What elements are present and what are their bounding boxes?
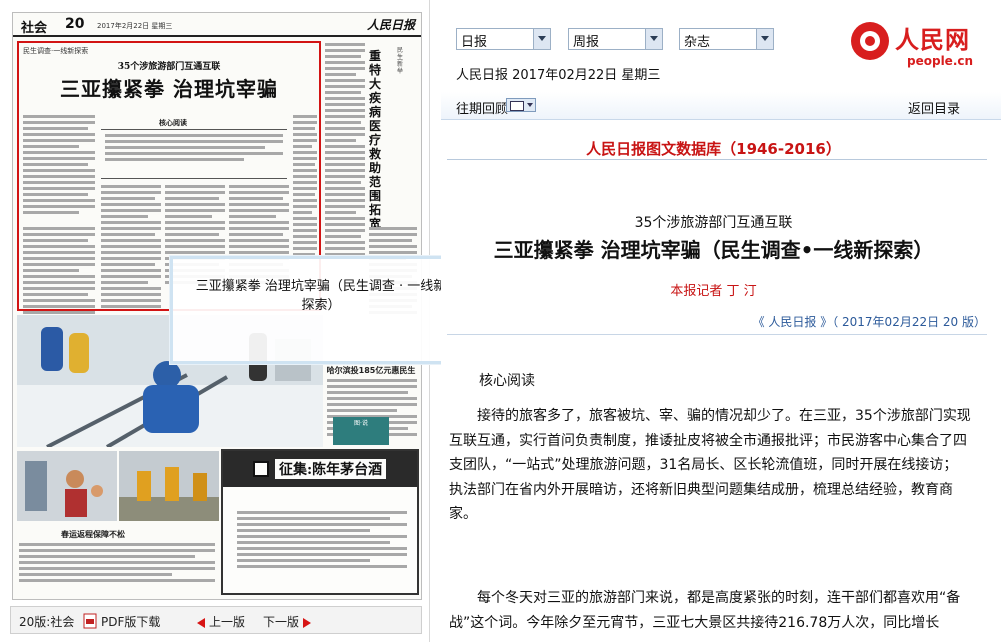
newspaper-text-column (293, 115, 317, 259)
pdf-icon[interactable] (83, 613, 97, 629)
newspaper-page-number: 20 (65, 16, 85, 32)
chevron-down-icon[interactable] (645, 29, 662, 49)
article-source[interactable]: 《 人民日报 》（ 2017年02月22日 20 版） (753, 313, 986, 330)
prev-page-link[interactable]: 上一版 (209, 613, 245, 630)
logo-mark-icon (851, 22, 889, 60)
current-page-label: 20版:社会 (19, 615, 75, 629)
newspaper-section: 社会 (21, 21, 48, 36)
newspaper-text-column (19, 543, 215, 585)
calendar-icon[interactable] (506, 98, 536, 112)
magazine-select[interactable]: 杂志 (679, 28, 774, 50)
track-workers-photo (119, 451, 219, 521)
article-paragraph: 接待的旅客多了，旅客被坑、宰、骗的情况却少了。在三亚，35个涉旅部门实现互联互通… (449, 408, 971, 522)
chevron-down-icon[interactable] (756, 29, 773, 49)
popup-article-title[interactable]: 三亚攥紧拳 治理坑宰骗（民生调查 · 一线新探索） (191, 277, 451, 315)
article-author: 本报记者 丁 汀 (670, 284, 757, 299)
newspaper-small-photo-caption: 春运返程保障不松 (61, 530, 125, 539)
train-passenger-photo (17, 451, 117, 521)
daily-select-value: 日报 (461, 35, 488, 50)
newspaper-core-heading: 核心阅读 (159, 119, 187, 127)
pdf-download-link[interactable]: PDF版下载 (101, 613, 160, 630)
magazine-select-value: 杂志 (684, 35, 711, 50)
logo-chinese: 人民网 (895, 25, 970, 54)
next-page-link[interactable]: 下一版 (263, 613, 299, 630)
article-title: 三亚攥紧拳 治理坑宰骗（民生调查•一线新探索） (493, 238, 934, 262)
newspaper-date: 2017年2月22日 星期三 (97, 22, 173, 30)
newspaper-panel: 社会 20 2017年2月22日 星期三 人民日报 民生调查·一线新探索 35个… (0, 0, 466, 642)
newspaper-side-title: 重特大疾病医疗救助范围拓宽 (369, 49, 382, 231)
next-page-icon[interactable] (303, 618, 311, 628)
divider (447, 159, 987, 160)
newspaper-photo-badge: 图·说 (333, 417, 389, 445)
article-subtitle: 35个涉旅游部门互通互联 (634, 215, 793, 231)
newspaper-text-column (101, 185, 161, 311)
newspaper-article-subtitle: 35个涉旅游部门互通互联 (117, 62, 221, 72)
ad-logo-icon (253, 461, 269, 477)
article-paragraph: 每个冬天对三亚的旅游部门来说，都是高度紧张的时刻，连干部们都喜欢用“备战”这个词… (449, 590, 961, 631)
weekly-select[interactable]: 周报 (568, 28, 663, 50)
newspaper-text-column (325, 43, 365, 259)
newspaper-core-text (101, 129, 287, 179)
article-hover-popup[interactable]: 三亚攥紧拳 治理坑宰骗（民生调查 · 一线新探索） (170, 256, 466, 364)
issue-date: 人民日报 2017年02月22日 星期三 (456, 68, 661, 83)
newspaper-side-tag: 民生新举 (397, 47, 404, 75)
newspaper-small-photo (119, 451, 219, 521)
logo-english: people.cn (907, 54, 974, 68)
back-directory-link[interactable]: 返回目录 (908, 98, 960, 117)
newspaper-article-tag: 民生调查·一线新探索 (23, 47, 89, 55)
page-root: 社会 20 2017年2月22日 星期三 人民日报 民生调查·一线新探索 35个… (0, 0, 1001, 642)
daily-select[interactable]: 日报 (456, 28, 551, 50)
people-cn-logo[interactable]: 人民网 people.cn (851, 18, 1001, 72)
back-issue-label[interactable]: 往期回顾 (456, 98, 508, 117)
article-panel: 日报 周报 杂志 人民网 people.cn 人民日报 2017年02月22日 … (441, 0, 1001, 642)
chevron-down-icon[interactable] (533, 29, 550, 49)
page-navigation-bar: 20版:社会 PDF版下载 上一版 下一版 (10, 606, 422, 634)
divider (447, 334, 987, 335)
newspaper-article-title: 三亚攥紧拳 治理坑宰骗 (60, 77, 278, 101)
ad-title: 征集:陈年茅台酒 (275, 459, 387, 479)
weekly-select-value: 周报 (573, 35, 600, 50)
newspaper-advertisement: 征集:陈年茅台酒 (221, 449, 419, 595)
newspaper-masthead: 人民日报 (366, 18, 415, 32)
ad-text (237, 511, 407, 571)
article-core-heading: 核心阅读 (479, 373, 535, 389)
prev-page-icon[interactable] (197, 618, 205, 628)
newspaper-small-photo (17, 451, 117, 521)
newspaper-photo-side-title: 哈尔滨投185亿元惠民生 (326, 366, 416, 375)
database-title: 人民日报图文数据库（1946-2016） (586, 140, 841, 158)
newspaper-header: 社会 20 2017年2月22日 星期三 人民日报 (13, 13, 421, 37)
